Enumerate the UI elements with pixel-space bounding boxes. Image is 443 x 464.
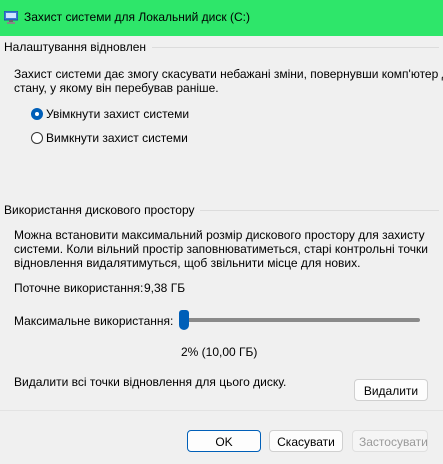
current-usage-label: Поточне використання: — [14, 281, 144, 295]
disk-usage-title: Використання дискового простору — [4, 203, 201, 217]
current-usage-value: 9,38 ГБ — [144, 281, 186, 295]
radio-enable-label: Увімкнути захист системи — [46, 107, 190, 121]
restore-description-line2: стану, у якому він перебував раніше. — [14, 81, 219, 95]
ok-button[interactable]: OK — [187, 430, 261, 452]
title-bar: Захист системи для Локальний диск (C:) — [0, 0, 443, 36]
delete-button[interactable]: Видалити — [354, 379, 428, 401]
disk-description-line3: відновлення видалятимуться, щоб звільнит… — [14, 256, 361, 270]
max-usage-label: Максимальне використання: — [14, 314, 174, 328]
system-protection-icon — [4, 11, 18, 24]
radio-unchecked-icon[interactable] — [31, 132, 43, 144]
restore-settings-title: Налаштування відновлен — [4, 40, 153, 54]
divider — [0, 410, 443, 411]
max-usage-slider-track[interactable] — [182, 318, 420, 322]
max-usage-slider-thumb[interactable] — [179, 310, 189, 330]
radio-enable-protection[interactable]: Увімкнути захист системи — [31, 107, 189, 121]
max-usage-value: 2% (10,00 ГБ) — [181, 345, 258, 359]
radio-disable-protection[interactable]: Вимкнути захист системи — [31, 131, 188, 145]
window-title: Захист системи для Локальний диск (C:) — [24, 10, 250, 24]
apply-button[interactable]: Застосувати — [352, 430, 428, 452]
radio-checked-icon[interactable] — [31, 108, 43, 120]
radio-disable-label: Вимкнути захист системи — [46, 131, 188, 145]
delete-points-text: Видалити всі точки відновлення для цього… — [14, 375, 287, 389]
cancel-button[interactable]: Скасувати — [269, 430, 343, 452]
